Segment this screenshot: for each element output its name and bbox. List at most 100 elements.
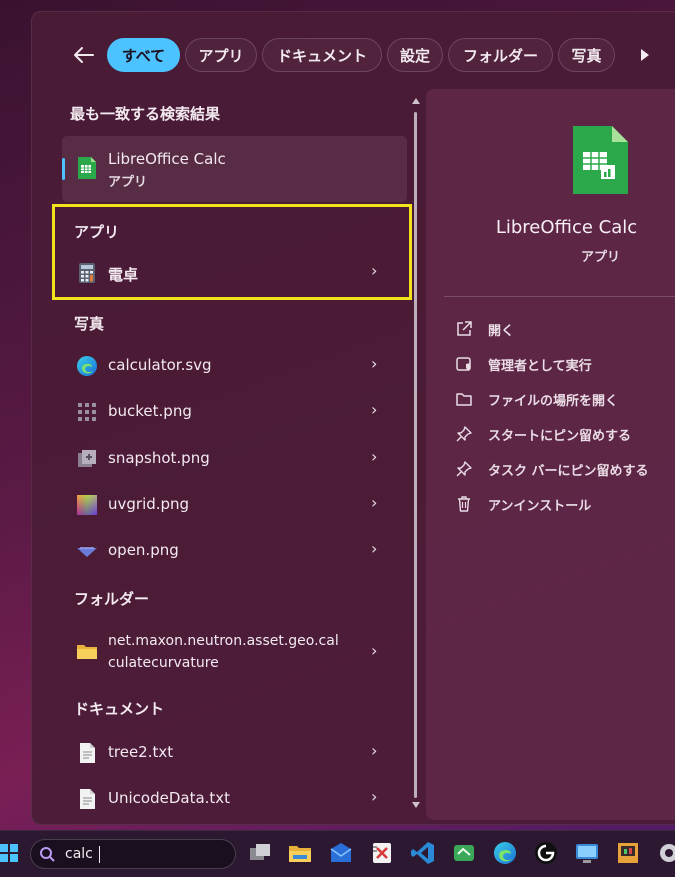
- trash-icon: [458, 496, 470, 512]
- list-item-label: uvgrid.png: [108, 495, 190, 513]
- list-item-photo[interactable]: open.png ›: [62, 529, 407, 573]
- documents-heading: ドキュメント: [74, 700, 165, 718]
- chevron-right-icon[interactable]: ›: [371, 493, 377, 512]
- settings-gear-icon[interactable]: [656, 840, 675, 866]
- chevron-right-icon[interactable]: ›: [371, 641, 377, 660]
- chevron-right-icon[interactable]: ›: [371, 447, 377, 466]
- filter-photos[interactable]: 写真: [558, 38, 615, 72]
- list-item-label: UnicodeData.txt: [108, 789, 231, 807]
- action-label: アンインストール: [488, 499, 592, 514]
- chevron-right-icon[interactable]: ›: [371, 261, 377, 280]
- chevron-right-icon[interactable]: ›: [371, 354, 377, 373]
- list-item-photo[interactable]: uvgrid.png ›: [62, 483, 407, 527]
- list-item-photo[interactable]: calculator.svg ›: [62, 344, 407, 388]
- list-item-label: snapshot.png: [108, 449, 210, 467]
- taskbar-search-box[interactable]: calc: [30, 839, 236, 869]
- tray-app-icon[interactable]: [451, 840, 477, 866]
- action-open-file-location[interactable]: ファイルの場所を開く: [455, 387, 670, 411]
- calculator-icon: [79, 263, 95, 283]
- action-pin-to-start[interactable]: スタートにピン留めする: [455, 422, 670, 446]
- pin-icon: [456, 426, 472, 442]
- filter-folders[interactable]: フォルダー: [448, 38, 553, 72]
- chevron-right-icon[interactable]: ›: [371, 787, 377, 806]
- back-button[interactable]: [72, 44, 96, 66]
- list-item-folder[interactable]: net.maxon.neutron.asset.geo.cal culatecu…: [62, 626, 407, 678]
- chevron-right-icon[interactable]: ›: [371, 539, 377, 558]
- pin-icon: [456, 461, 472, 477]
- folder-icon: [456, 393, 472, 406]
- vscode-icon[interactable]: [410, 840, 436, 866]
- back-arrow-icon: [74, 47, 94, 63]
- list-item-calculator[interactable]: 電卓 ›: [62, 251, 407, 295]
- chevron-right-icon[interactable]: ›: [371, 400, 377, 419]
- chevron-right-icon[interactable]: ›: [371, 741, 377, 760]
- filter-documents[interactable]: ドキュメント: [262, 38, 382, 72]
- detail-pane: [426, 89, 675, 820]
- libreoffice-calc-large-icon: [573, 126, 628, 194]
- list-item-label: bucket.png: [108, 402, 192, 420]
- best-match-type: アプリ: [108, 175, 148, 190]
- edge-icon: [77, 356, 97, 376]
- more-filters-button[interactable]: [632, 43, 656, 67]
- github-app-icon[interactable]: [533, 840, 559, 866]
- uvgrid-image-icon: [77, 495, 97, 515]
- windows-start-icon[interactable]: [0, 843, 18, 863]
- scrollbar[interactable]: [411, 96, 421, 812]
- best-match-name: LibreOffice Calc: [108, 150, 226, 168]
- apps-heading: アプリ: [74, 223, 120, 241]
- open-image-icon: [77, 547, 97, 557]
- play-arrow-icon: [641, 49, 649, 61]
- list-item-label-line2: culatecurvature: [108, 655, 219, 671]
- folder-icon: [77, 645, 97, 659]
- photos-heading: 写真: [74, 315, 105, 333]
- scroll-down-icon[interactable]: [411, 800, 421, 810]
- folders-heading: フォルダー: [74, 590, 150, 608]
- best-match-heading: 最も一致する検索結果: [70, 105, 221, 123]
- action-label: タスク バーにピン留めする: [488, 464, 649, 479]
- list-item-photo[interactable]: bucket.png ›: [62, 390, 407, 434]
- best-match-item[interactable]: LibreOffice Calc アプリ: [62, 136, 407, 202]
- edge-browser-icon[interactable]: [492, 840, 518, 866]
- scrollbar-thumb[interactable]: [414, 112, 417, 798]
- list-item-document[interactable]: UnicodeData.txt ›: [62, 777, 407, 821]
- action-uninstall[interactable]: アンインストール: [455, 492, 670, 516]
- search-icon: [40, 847, 55, 862]
- snipping-tool-icon[interactable]: [369, 840, 395, 866]
- filter-all[interactable]: すべて: [107, 38, 180, 72]
- selection-indicator: [62, 158, 65, 180]
- text-file-icon: [80, 789, 95, 809]
- action-open[interactable]: 開く: [455, 317, 670, 341]
- filter-apps[interactable]: アプリ: [185, 38, 257, 72]
- remote-desktop-icon[interactable]: [574, 840, 600, 866]
- detail-divider: [444, 296, 675, 297]
- text-cursor: [99, 846, 100, 863]
- action-label: 開く: [488, 324, 515, 339]
- list-item-label: open.png: [108, 541, 179, 559]
- filter-settings[interactable]: 設定: [387, 38, 443, 72]
- action-label: 管理者として実行: [488, 359, 592, 374]
- list-item-label: tree2.txt: [108, 743, 174, 761]
- list-item-photo[interactable]: snapshot.png ›: [62, 437, 407, 481]
- action-label: スタートにピン留めする: [488, 429, 632, 444]
- admin-shield-icon: [456, 357, 471, 371]
- list-item-label: calculator.svg: [108, 356, 212, 374]
- action-pin-to-taskbar[interactable]: タスク バーにピン留めする: [455, 457, 670, 481]
- snapshot-image-icon: [78, 450, 96, 467]
- text-file-icon: [80, 743, 95, 763]
- scroll-up-icon[interactable]: [411, 96, 421, 106]
- grid-image-icon: [78, 403, 96, 421]
- list-item-label-line1: net.maxon.neutron.asset.geo.cal: [108, 633, 339, 649]
- detail-app-name: LibreOffice Calc: [495, 217, 638, 238]
- monitor-app-icon[interactable]: [615, 840, 641, 866]
- libreoffice-calc-icon: [78, 157, 96, 179]
- list-item-document[interactable]: tree2.txt ›: [62, 731, 407, 775]
- task-view-icon[interactable]: [247, 840, 273, 866]
- detail-app-type: アプリ: [580, 250, 620, 265]
- open-external-icon: [457, 321, 472, 336]
- action-run-as-admin[interactable]: 管理者として実行: [455, 352, 670, 376]
- list-item-label: 電卓: [108, 266, 139, 284]
- mail-icon[interactable]: [328, 840, 354, 866]
- taskbar-search-value: calc: [65, 846, 93, 862]
- action-label: ファイルの場所を開く: [488, 394, 619, 409]
- file-explorer-icon[interactable]: [287, 840, 313, 866]
